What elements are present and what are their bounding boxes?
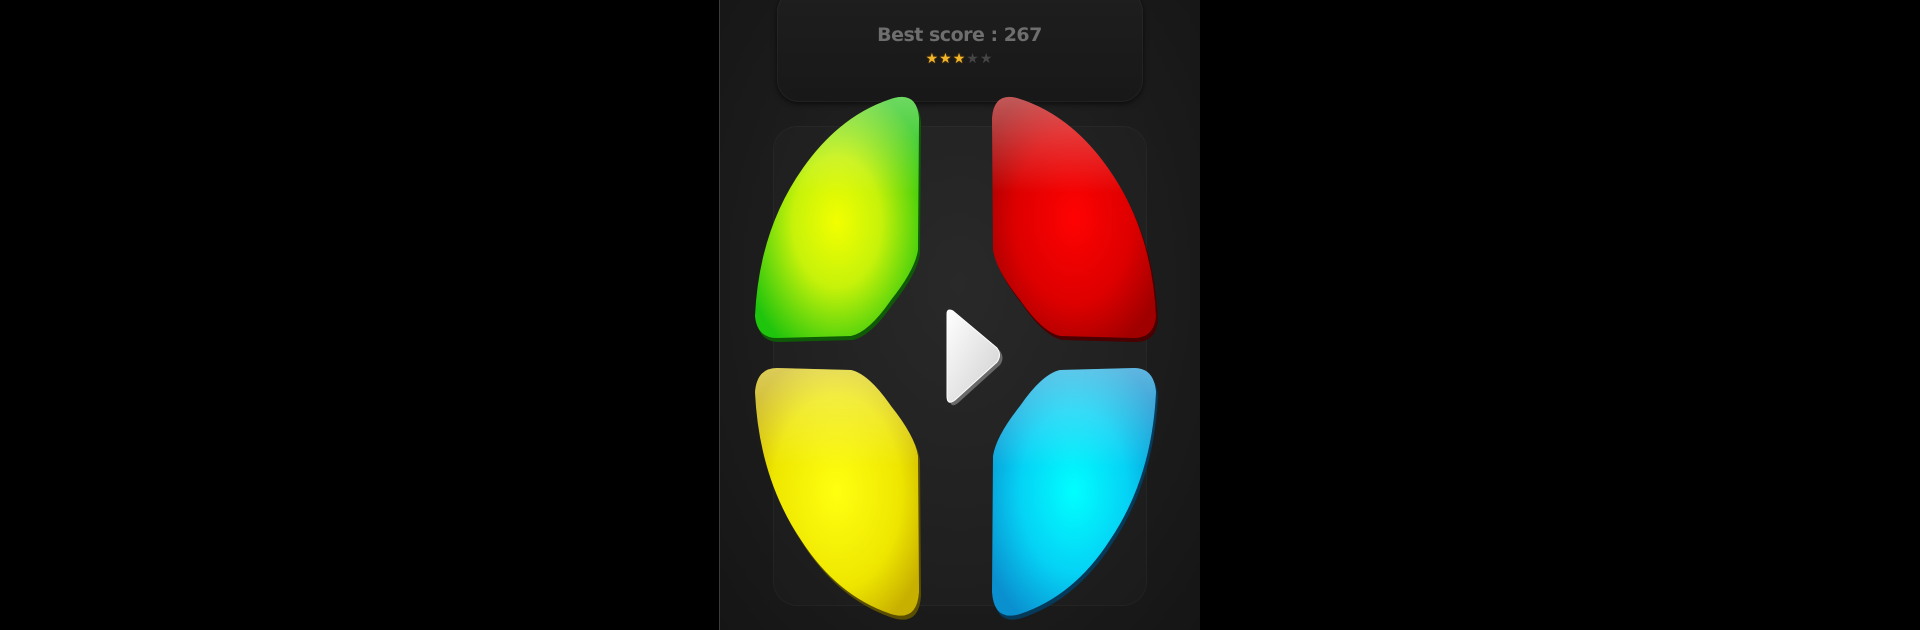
- blue-pad[interactable]: [992, 368, 1158, 620]
- screen-edge: [719, 0, 720, 630]
- yellow-pad[interactable]: [755, 368, 921, 620]
- game-screen: Best score : 267 ★★★★★: [719, 0, 1200, 630]
- play-button[interactable]: [944, 306, 1003, 406]
- green-pad[interactable]: [755, 96, 921, 342]
- simon-board: [755, 96, 1158, 620]
- red-pad[interactable]: [992, 96, 1158, 342]
